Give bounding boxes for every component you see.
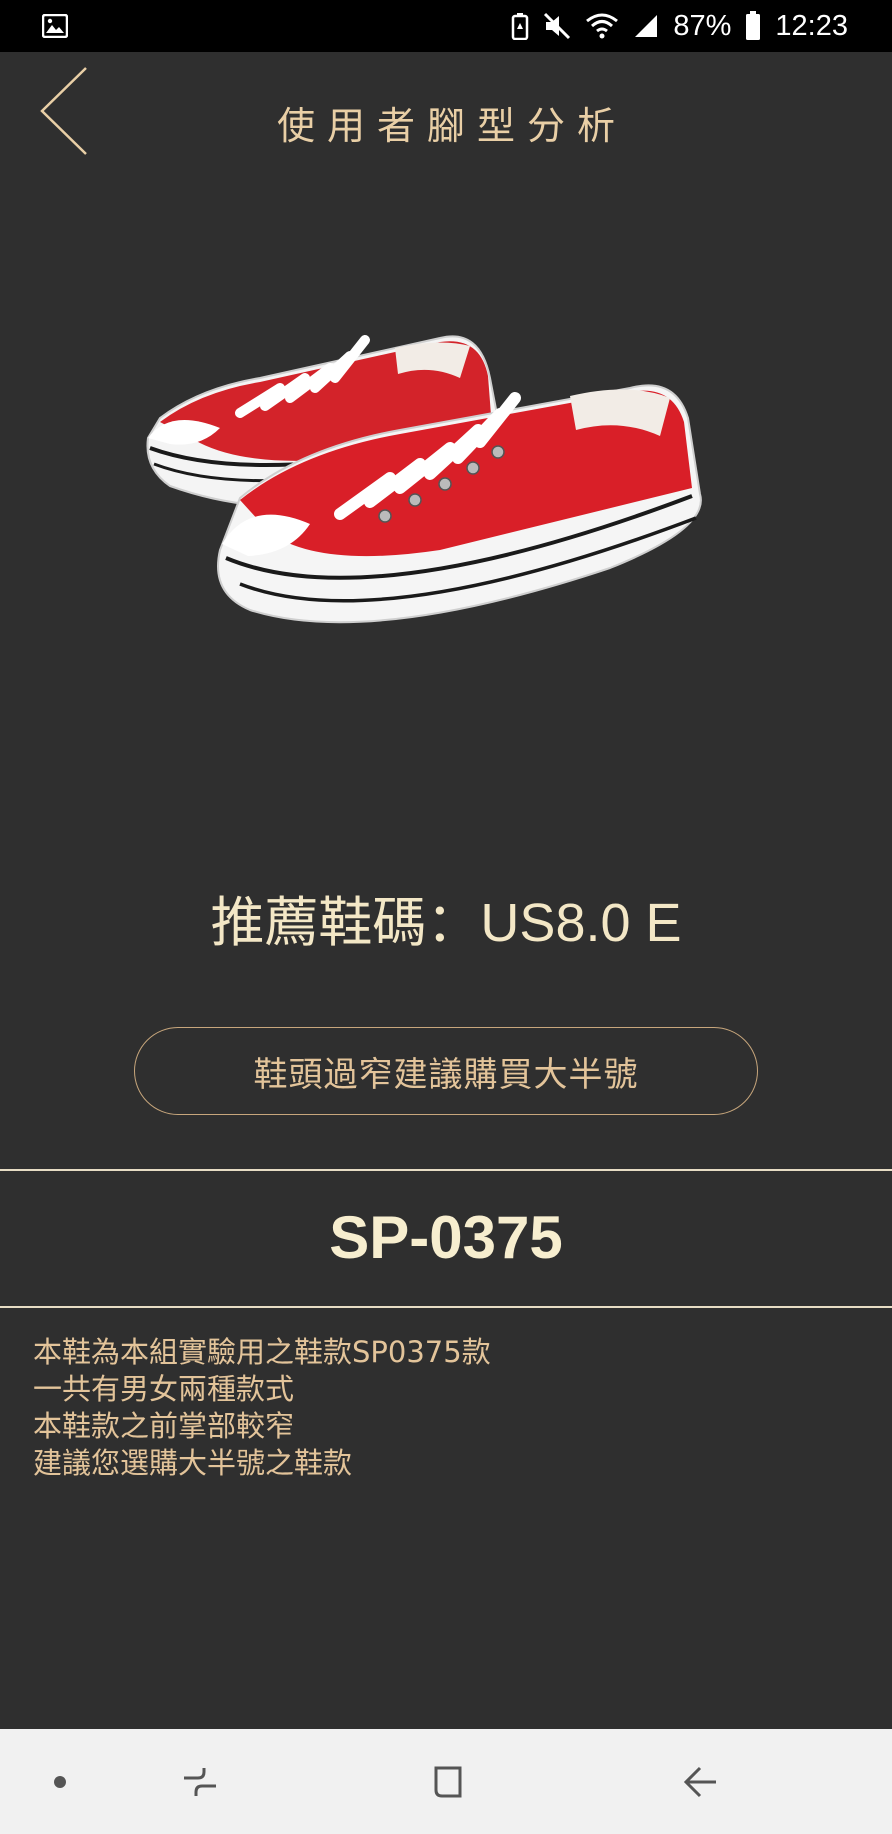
description-line: 一共有男女兩種款式 — [33, 1372, 295, 1406]
recent-apps-icon[interactable] — [160, 1729, 240, 1834]
product-description: 本鞋為本組實驗用之鞋款SP0375款 一共有男女兩種款式 本鞋款之前掌部較窄 建… — [33, 1334, 491, 1482]
description-line: 本鞋款之前掌部較窄 — [33, 1409, 295, 1443]
wifi-icon — [585, 12, 619, 40]
image-icon — [41, 13, 69, 42]
model-code: SP-0375 — [329, 1204, 563, 1271]
back-icon[interactable] — [660, 1729, 740, 1834]
clock: 12:23 — [775, 9, 848, 42]
battery-saver-icon — [511, 12, 529, 40]
status-bar: 87% 12:23 — [0, 0, 892, 52]
recommended-size: 推薦鞋碼：US8.0 E — [210, 893, 682, 953]
divider — [0, 1306, 892, 1308]
description-line: 建議您選購大半號之鞋款 — [33, 1446, 353, 1480]
battery-icon — [745, 11, 761, 41]
header: 使用者腳型分析 — [0, 52, 892, 172]
product-image — [140, 318, 730, 658]
mute-icon — [543, 12, 571, 40]
navigation-bar — [0, 1729, 892, 1834]
page-title: 使用者腳型分析 — [276, 104, 627, 148]
description-line: 本鞋為本組實驗用之鞋款SP0375款 — [33, 1335, 491, 1369]
dot-icon[interactable] — [30, 1729, 90, 1834]
size-advice-button[interactable]: 鞋頭過窄建議購買大半號 — [134, 1027, 758, 1115]
signal-icon — [633, 13, 659, 39]
divider — [0, 1169, 892, 1171]
home-icon[interactable] — [408, 1729, 488, 1834]
battery-percent: 87% — [673, 9, 732, 42]
